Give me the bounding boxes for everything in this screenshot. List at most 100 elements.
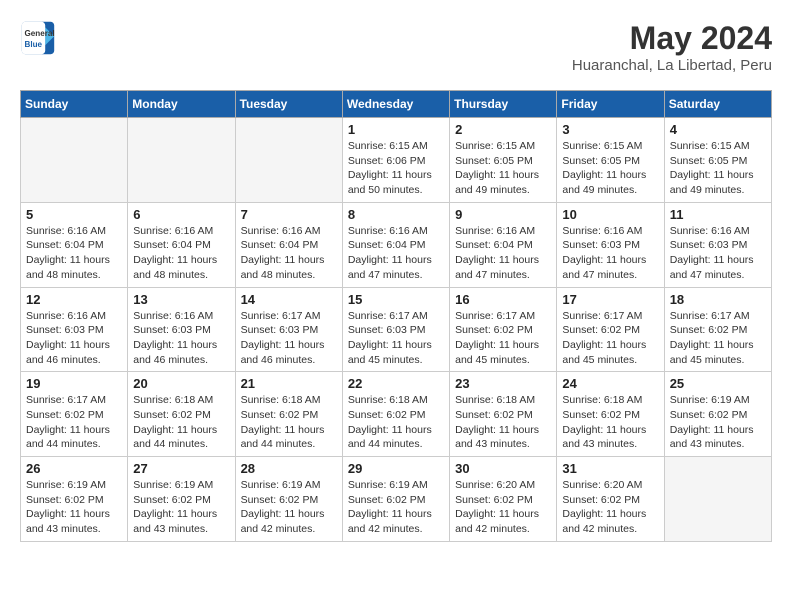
- day-info: Sunrise: 6:16 AM Sunset: 6:04 PM Dayligh…: [455, 224, 551, 283]
- day-number: 3: [562, 122, 658, 137]
- calendar-cell: 26Sunrise: 6:19 AM Sunset: 6:02 PM Dayli…: [21, 457, 128, 542]
- day-info: Sunrise: 6:19 AM Sunset: 6:02 PM Dayligh…: [670, 393, 766, 452]
- day-number: 27: [133, 461, 229, 476]
- day-info: Sunrise: 6:15 AM Sunset: 6:06 PM Dayligh…: [348, 139, 444, 198]
- calendar-week-row: 1 Sunrise: 6:15 AM Sunset: 6:06 PM Daylig…: [21, 118, 772, 203]
- day-number: 22: [348, 376, 444, 391]
- calendar-cell: 3 Sunrise: 6:15 AM Sunset: 6:05 PM Daylig…: [557, 118, 664, 203]
- day-number: 29: [348, 461, 444, 476]
- day-number: 14: [241, 292, 337, 307]
- day-info: Sunrise: 6:15 AM Sunset: 6:05 PM Dayligh…: [562, 139, 658, 198]
- calendar-cell: 12 Sunrise: 6:16 AM Sunset: 6:03 PM Dayli…: [21, 287, 128, 372]
- day-number: 10: [562, 207, 658, 222]
- calendar-cell: 4 Sunrise: 6:15 AM Sunset: 6:05 PM Daylig…: [664, 118, 771, 203]
- calendar-cell: [128, 118, 235, 203]
- day-number: 19: [26, 376, 122, 391]
- calendar-cell: 23 Sunrise: 6:18 AM Sunset: 6:02 PM Dayli…: [450, 372, 557, 457]
- calendar-cell: 21 Sunrise: 6:18 AM Sunset: 6:02 PM Dayli…: [235, 372, 342, 457]
- calendar-cell: 24Sunrise: 6:18 AM Sunset: 6:02 PM Dayli…: [557, 372, 664, 457]
- calendar-header-row: SundayMondayTuesdayWednesdayThursdayFrid…: [21, 91, 772, 118]
- calendar-cell: 8 Sunrise: 6:16 AM Sunset: 6:04 PM Daylig…: [342, 202, 449, 287]
- day-info: Sunrise: 6:17 AM Sunset: 6:02 PM Dayligh…: [562, 309, 658, 368]
- calendar-cell: 11Sunrise: 6:16 AM Sunset: 6:03 PM Dayli…: [664, 202, 771, 287]
- day-info: Sunrise: 6:17 AM Sunset: 6:03 PM Dayligh…: [348, 309, 444, 368]
- day-info: Sunrise: 6:16 AM Sunset: 6:04 PM Dayligh…: [133, 224, 229, 283]
- day-number: 23: [455, 376, 551, 391]
- logo-icon: General Blue: [20, 20, 56, 56]
- day-info: Sunrise: 6:17 AM Sunset: 6:02 PM Dayligh…: [670, 309, 766, 368]
- day-info: Sunrise: 6:17 AM Sunset: 6:03 PM Dayligh…: [241, 309, 337, 368]
- calendar-cell: 2 Sunrise: 6:15 AM Sunset: 6:05 PM Daylig…: [450, 118, 557, 203]
- day-number: 28: [241, 461, 337, 476]
- day-info: Sunrise: 6:17 AM Sunset: 6:02 PM Dayligh…: [26, 393, 122, 452]
- calendar-cell: 6 Sunrise: 6:16 AM Sunset: 6:04 PM Daylig…: [128, 202, 235, 287]
- day-info: Sunrise: 6:20 AM Sunset: 6:02 PM Dayligh…: [562, 478, 658, 537]
- calendar-cell: 29 Sunrise: 6:19 AM Sunset: 6:02 PM Dayli…: [342, 457, 449, 542]
- day-info: Sunrise: 6:15 AM Sunset: 6:05 PM Dayligh…: [455, 139, 551, 198]
- calendar-cell: 19 Sunrise: 6:17 AM Sunset: 6:02 PM Dayli…: [21, 372, 128, 457]
- calendar-cell: 20 Sunrise: 6:18 AM Sunset: 6:02 PM Dayli…: [128, 372, 235, 457]
- day-info: Sunrise: 6:19 AM Sunset: 6:02 PM Dayligh…: [348, 478, 444, 537]
- month-year-title: May 2024: [572, 20, 772, 57]
- day-number: 8: [348, 207, 444, 222]
- weekday-header: Wednesday: [342, 91, 449, 118]
- day-number: 12: [26, 292, 122, 307]
- calendar-week-row: 12 Sunrise: 6:16 AM Sunset: 6:03 PM Dayli…: [21, 287, 772, 372]
- calendar-cell: 28 Sunrise: 6:19 AM Sunset: 6:02 PM Dayli…: [235, 457, 342, 542]
- day-info: Sunrise: 6:18 AM Sunset: 6:02 PM Dayligh…: [455, 393, 551, 452]
- day-info: Sunrise: 6:18 AM Sunset: 6:02 PM Dayligh…: [348, 393, 444, 452]
- day-info: Sunrise: 6:18 AM Sunset: 6:02 PM Dayligh…: [241, 393, 337, 452]
- day-number: 13: [133, 292, 229, 307]
- day-info: Sunrise: 6:20 AM Sunset: 6:02 PM Dayligh…: [455, 478, 551, 537]
- day-info: Sunrise: 6:16 AM Sunset: 6:04 PM Dayligh…: [26, 224, 122, 283]
- weekday-header: Monday: [128, 91, 235, 118]
- day-number: 25: [670, 376, 766, 391]
- calendar-cell: [235, 118, 342, 203]
- day-number: 16: [455, 292, 551, 307]
- day-number: 9: [455, 207, 551, 222]
- day-info: Sunrise: 6:16 AM Sunset: 6:03 PM Dayligh…: [133, 309, 229, 368]
- calendar-week-row: 19 Sunrise: 6:17 AM Sunset: 6:02 PM Dayli…: [21, 372, 772, 457]
- day-info: Sunrise: 6:19 AM Sunset: 6:02 PM Dayligh…: [241, 478, 337, 537]
- day-info: Sunrise: 6:17 AM Sunset: 6:02 PM Dayligh…: [455, 309, 551, 368]
- day-number: 1: [348, 122, 444, 137]
- calendar-week-row: 5 Sunrise: 6:16 AM Sunset: 6:04 PM Daylig…: [21, 202, 772, 287]
- calendar-cell: [664, 457, 771, 542]
- page-header: General Blue May 2024 Huaranchal, La Lib…: [20, 20, 772, 74]
- weekday-header: Friday: [557, 91, 664, 118]
- calendar-cell: 1 Sunrise: 6:15 AM Sunset: 6:06 PM Daylig…: [342, 118, 449, 203]
- day-info: Sunrise: 6:16 AM Sunset: 6:03 PM Dayligh…: [670, 224, 766, 283]
- day-info: Sunrise: 6:16 AM Sunset: 6:04 PM Dayligh…: [348, 224, 444, 283]
- weekday-header: Saturday: [664, 91, 771, 118]
- weekday-header: Sunday: [21, 91, 128, 118]
- calendar-cell: 18Sunrise: 6:17 AM Sunset: 6:02 PM Dayli…: [664, 287, 771, 372]
- calendar-cell: 7Sunrise: 6:16 AM Sunset: 6:04 PM Daylig…: [235, 202, 342, 287]
- calendar-cell: 17 Sunrise: 6:17 AM Sunset: 6:02 PM Dayli…: [557, 287, 664, 372]
- weekday-header: Tuesday: [235, 91, 342, 118]
- day-number: 17: [562, 292, 658, 307]
- day-info: Sunrise: 6:18 AM Sunset: 6:02 PM Dayligh…: [133, 393, 229, 452]
- calendar-cell: 9 Sunrise: 6:16 AM Sunset: 6:04 PM Daylig…: [450, 202, 557, 287]
- calendar-cell: 30Sunrise: 6:20 AM Sunset: 6:02 PM Dayli…: [450, 457, 557, 542]
- calendar-cell: 10Sunrise: 6:16 AM Sunset: 6:03 PM Dayli…: [557, 202, 664, 287]
- calendar-cell: 31 Sunrise: 6:20 AM Sunset: 6:02 PM Dayli…: [557, 457, 664, 542]
- calendar-cell: 15Sunrise: 6:17 AM Sunset: 6:03 PM Dayli…: [342, 287, 449, 372]
- day-number: 4: [670, 122, 766, 137]
- day-info: Sunrise: 6:16 AM Sunset: 6:03 PM Dayligh…: [26, 309, 122, 368]
- day-number: 2: [455, 122, 551, 137]
- title-block: May 2024 Huaranchal, La Libertad, Peru: [572, 20, 772, 74]
- svg-text:General: General: [25, 29, 55, 38]
- calendar-cell: 25 Sunrise: 6:19 AM Sunset: 6:02 PM Dayli…: [664, 372, 771, 457]
- day-number: 21: [241, 376, 337, 391]
- day-number: 26: [26, 461, 122, 476]
- day-number: 31: [562, 461, 658, 476]
- calendar-cell: 22 Sunrise: 6:18 AM Sunset: 6:02 PM Dayli…: [342, 372, 449, 457]
- calendar-cell: 27Sunrise: 6:19 AM Sunset: 6:02 PM Dayli…: [128, 457, 235, 542]
- day-number: 6: [133, 207, 229, 222]
- day-info: Sunrise: 6:15 AM Sunset: 6:05 PM Dayligh…: [670, 139, 766, 198]
- svg-text:Blue: Blue: [25, 40, 43, 49]
- calendar-week-row: 26 Sunrise: 6:19 AM Sunset: 6:02 PM Dayli…: [21, 457, 772, 542]
- day-number: 5: [26, 207, 122, 222]
- day-number: 24: [562, 376, 658, 391]
- day-number: 20: [133, 376, 229, 391]
